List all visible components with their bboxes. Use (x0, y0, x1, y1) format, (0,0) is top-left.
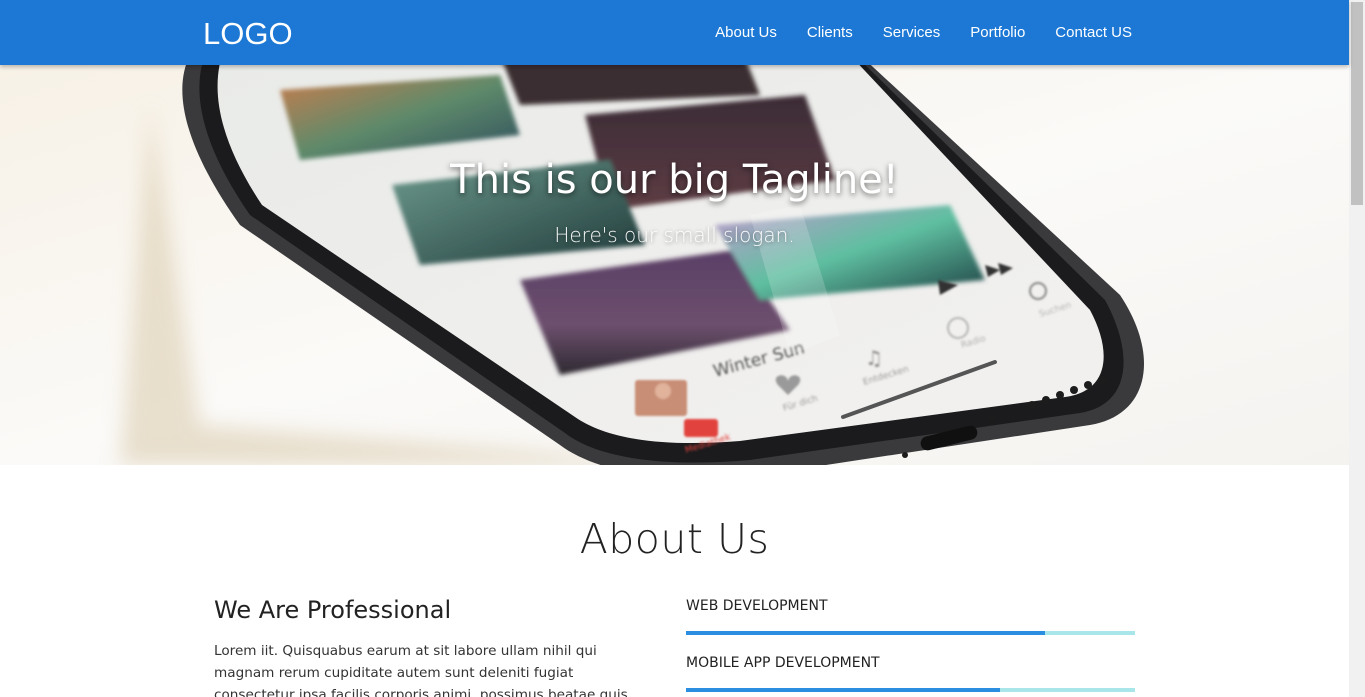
skill-item: WEB DEVELOPMENT (686, 598, 1135, 635)
about-heading: We Are Professional (214, 596, 452, 624)
svg-text:♫: ♫ (865, 346, 883, 370)
site-logo[interactable]: LOGO (203, 16, 293, 52)
skill-progress-track (686, 631, 1135, 635)
skill-progress-fill (686, 688, 1001, 692)
about-section-title: About Us (579, 515, 770, 563)
about-intro: We Are Professional Lorem iit. Quisquabu… (214, 596, 634, 697)
skill-label: WEB DEVELOPMENT (686, 598, 828, 614)
hero-section: Winter Sun ♫ Mediathek Für dich Entdecke… (0, 65, 1349, 465)
skills-list: WEB DEVELOPMENT MOBILE APP DEVELOPMENT (686, 598, 1135, 697)
skill-progress-track (686, 688, 1135, 692)
skill-progress-fill (686, 631, 1046, 635)
hero-phone-image: Winter Sun ♫ Mediathek Für dich Entdecke… (0, 65, 1349, 465)
scrollbar-thumb[interactable] (1351, 2, 1363, 205)
about-body-text: Lorem iit. Quisquabus earum at sit labor… (214, 643, 628, 697)
skill-label: MOBILE APP DEVELOPMENT (686, 655, 880, 671)
hero-slogan: Here's our small slogan. (554, 223, 795, 247)
nav-contact-us[interactable]: Contact US (1055, 24, 1132, 41)
nav-clients[interactable]: Clients (807, 24, 853, 41)
main-nav: About Us Clients Services Portfolio Cont… (715, 24, 1132, 41)
nav-about-us[interactable]: About Us (715, 24, 777, 41)
top-navbar: LOGO About Us Clients Services Portfolio… (0, 0, 1349, 65)
nav-portfolio[interactable]: Portfolio (970, 24, 1025, 41)
skill-item: MOBILE APP DEVELOPMENT (686, 655, 1135, 692)
hero-tagline: This is our big Tagline! (450, 157, 899, 203)
nav-services[interactable]: Services (883, 24, 941, 41)
page-scrollbar[interactable] (1349, 0, 1365, 697)
